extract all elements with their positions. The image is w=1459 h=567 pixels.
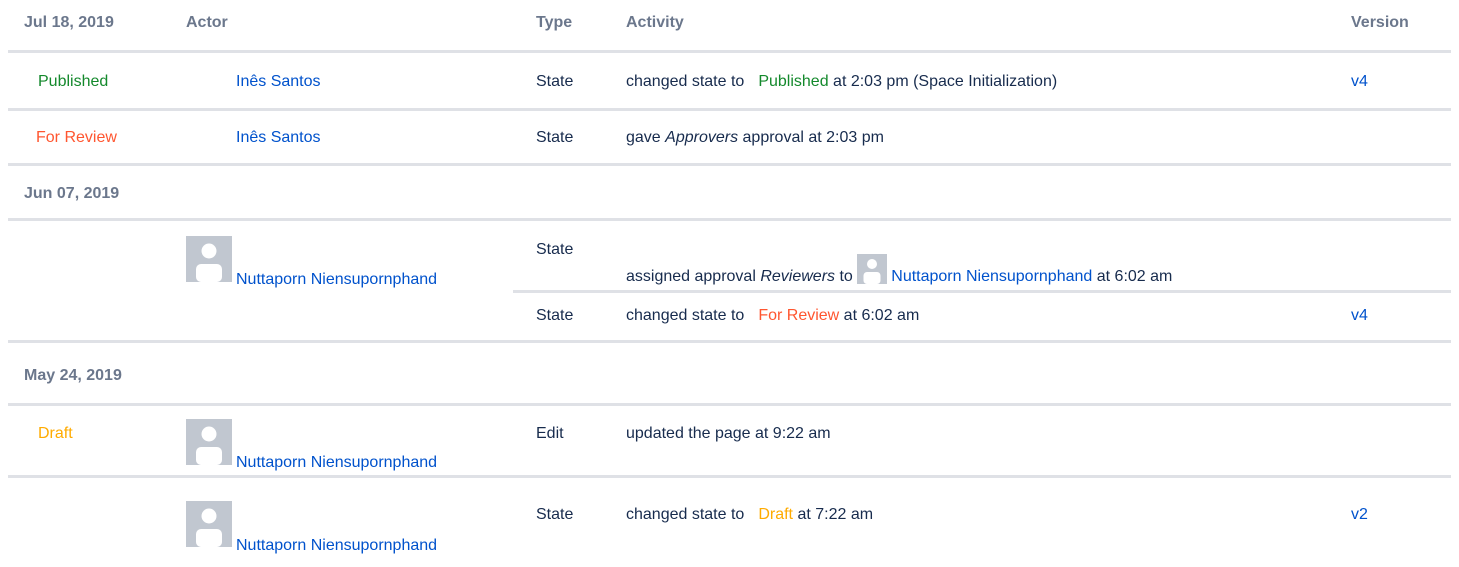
activity-suffix: at 6:02 am [843,307,920,324]
activity-group: Reviewers [760,268,836,285]
actor-link[interactable]: Inês Santos [236,128,321,147]
activity-state: For Review [758,307,840,324]
assignee-link[interactable]: Nuttaporn Niensupornphand [891,268,1092,285]
divider [8,403,1451,406]
activity-prefix: changed state to [626,73,745,90]
type-label: State [536,241,574,258]
column-header-actor[interactable]: Actor [186,13,228,32]
divider [8,218,1451,221]
type-label: State [536,73,574,90]
divider [513,290,1451,293]
column-header-activity[interactable]: Activity [626,13,684,32]
actor-link[interactable]: Nuttaporn Niensupornphand [236,453,437,472]
type-label: State [536,506,574,523]
activity-prefix: changed state to [626,506,745,523]
avatar[interactable] [857,254,888,284]
actor-link[interactable]: Nuttaporn Niensupornphand [236,270,437,289]
activity-group: Approvers [665,129,739,146]
divider [8,340,1451,343]
version-link[interactable]: v4 [1351,306,1368,325]
activity-suffix: at 7:22 am [797,506,874,523]
version-link[interactable]: v4 [1351,72,1368,91]
activity-connector: to [839,268,853,285]
activity-state: Draft [758,506,793,523]
state-label: Draft [38,425,73,442]
activity-text: changed state to Draft at 7:22 am [626,505,873,524]
column-header-type[interactable]: Type [536,13,572,32]
activity-text: changed state to For Review at 6:02 am [626,306,919,325]
divider [8,163,1451,166]
avatar[interactable] [186,501,232,547]
activity-state: Published [758,73,829,90]
type-label: Edit [536,425,564,442]
activity-suffix: at 2:03 pm (Space Initialization) [833,73,1058,90]
activity-prefix: gave [626,129,661,146]
avatar[interactable] [186,419,232,465]
date-header-jul-18: Jul 18, 2019 [24,14,114,31]
default-user-avatar-icon [857,254,888,284]
state-label: For Review [36,129,117,146]
default-user-avatar-icon [186,236,232,282]
default-user-avatar-icon [186,501,232,547]
divider [8,108,1451,111]
activity-text: assigned approval Reviewers to Nuttaporn… [626,254,1172,286]
state-label: Published [38,73,109,90]
avatar[interactable] [186,236,232,282]
activity-text: gave Approvers approval at 2:03 pm [626,128,884,147]
date-header-jun-07: Jun 07, 2019 [24,185,120,202]
column-header-version[interactable]: Version [1351,13,1409,32]
divider [8,475,1451,478]
date-header-may-24: May 24, 2019 [24,367,122,384]
activity-prefix: assigned approval [626,268,756,285]
version-link[interactable]: v2 [1351,505,1368,524]
actor-link[interactable]: Nuttaporn Niensupornphand [236,536,437,555]
type-label: State [536,129,574,146]
activity-suffix: approval at 2:03 pm [742,129,884,146]
activity-suffix: at 6:02 am [1096,268,1173,285]
activity-prefix: changed state to [626,307,745,324]
default-user-avatar-icon [186,419,232,465]
type-label: State [536,307,574,324]
divider [8,50,1451,53]
activity-text: changed state to Published at 2:03 pm (Sp… [626,72,1057,91]
activity-text: updated the page at 9:22 am [626,425,831,442]
actor-link[interactable]: Inês Santos [236,72,321,91]
